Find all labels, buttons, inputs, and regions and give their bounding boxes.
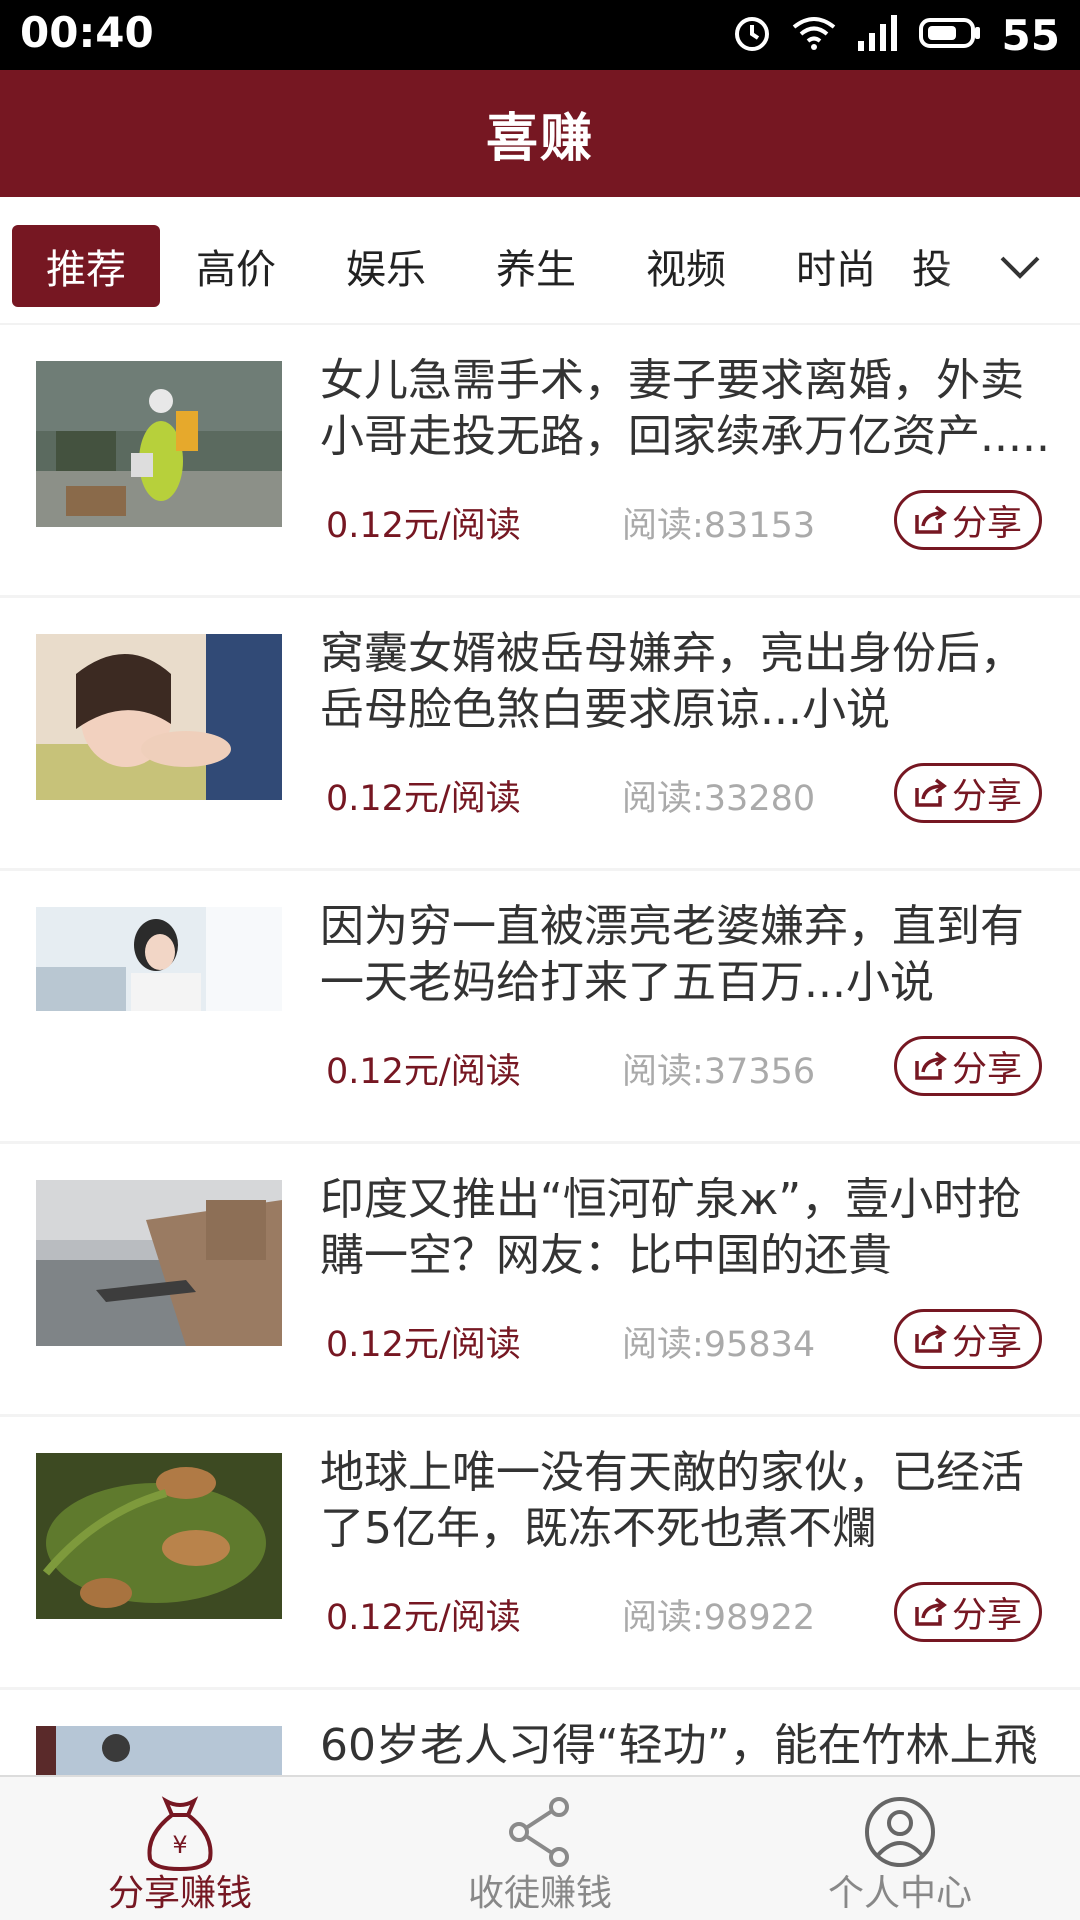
article-item[interactable]: 地球上唯一没有天敵的家伙，已经活了5亿年，既冻不死也煮不爛 0.12元/阅读 阅… — [0, 1417, 1080, 1690]
article-price: 0.12元/阅读 — [326, 1325, 521, 1365]
article-price: 0.12元/阅读 — [326, 1598, 521, 1638]
article-price: 0.12元/阅读 — [326, 1052, 521, 1092]
tab-high-price[interactable]: 高价 — [162, 225, 310, 307]
share-label: 分享 — [951, 503, 1022, 544]
article-item[interactable]: 60岁老人习得“轻功”，能在竹林上飛 — [0, 1690, 1080, 1775]
battery-icon — [918, 13, 984, 57]
wifi-icon — [790, 13, 838, 57]
share-network-icon — [505, 1795, 575, 1873]
category-tabs: 推荐 高价 娱乐 养生 视频 时尚 投 — [0, 197, 1080, 325]
share-icon — [915, 505, 947, 534]
share-button[interactable]: 分享 — [894, 1582, 1042, 1642]
share-button[interactable]: 分享 — [894, 490, 1042, 550]
alarm-icon — [732, 13, 772, 57]
article-read-count: 阅读:83153 — [622, 506, 816, 546]
nav-recruit-earn[interactable]: 收徒赚钱 — [360, 1777, 720, 1920]
article-thumbnail — [36, 907, 282, 1011]
nav-profile[interactable]: 个人中心 — [720, 1777, 1080, 1920]
article-title[interactable]: 印度又推出“恒河矿泉ж”，壹小时抢購一空？网友：比中国的还貴 — [320, 1172, 1050, 1284]
money-bag-icon: ¥ — [140, 1795, 220, 1877]
share-icon — [915, 1051, 947, 1080]
share-label: 分享 — [951, 776, 1022, 817]
share-button[interactable]: 分享 — [894, 1036, 1042, 1096]
article-title[interactable]: 窝囊女婿被岳母嫌弃，亮出身份后，岳母脸色煞白要求原谅...小说 — [320, 626, 1050, 738]
battery-level: 55 — [1001, 10, 1060, 60]
user-profile-icon — [863, 1795, 937, 1873]
article-item[interactable]: 印度又推出“恒河矿泉ж”，壹小时抢購一空？网友：比中国的还貴 0.12元/阅读 … — [0, 1144, 1080, 1417]
article-read-count: 阅读:95834 — [622, 1325, 816, 1365]
article-thumbnail — [36, 1453, 282, 1619]
article-thumbnail — [36, 1726, 282, 1775]
article-title[interactable]: 60岁老人习得“轻功”，能在竹林上飛 — [320, 1718, 1050, 1775]
app-screen: 00:40 55 喜赚 推荐 高价 娱乐 养生 视频 时尚 投 女儿急需手术，妻… — [0, 0, 1080, 1920]
bottom-nav: ¥ 分享赚钱 收徒赚钱 个人中心 — [0, 1775, 1080, 1920]
article-thumbnail — [36, 1180, 282, 1346]
article-read-count: 阅读:33280 — [622, 779, 816, 819]
app-header: 喜赚 — [0, 70, 1080, 197]
share-button[interactable]: 分享 — [894, 1309, 1042, 1369]
tab-recommend[interactable]: 推荐 — [12, 225, 160, 307]
tab-fashion[interactable]: 时尚 — [762, 225, 910, 307]
app-title: 喜赚 — [485, 109, 594, 169]
svg-text:¥: ¥ — [172, 1831, 187, 1859]
share-icon — [915, 1597, 947, 1626]
article-read-count: 阅读:37356 — [622, 1052, 816, 1092]
status-icons: 55 — [732, 8, 1060, 62]
article-item[interactable]: 窝囊女婿被岳母嫌弃，亮出身份后，岳母脸色煞白要求原谅...小说 0.12元/阅读… — [0, 598, 1080, 871]
status-bar: 00:40 55 — [0, 0, 1080, 70]
nav-share-earn[interactable]: ¥ 分享赚钱 — [0, 1777, 360, 1920]
article-title[interactable]: 地球上唯一没有天敵的家伙，已经活了5亿年，既冻不死也煮不爛 — [320, 1445, 1050, 1557]
share-label: 分享 — [951, 1595, 1022, 1636]
share-label: 分享 — [951, 1322, 1022, 1363]
article-thumbnail — [36, 361, 282, 527]
article-price: 0.12元/阅读 — [326, 506, 521, 546]
article-item[interactable]: 因为穷一直被漂亮老婆嫌弃，直到有一天老妈给打来了五百万...小说 0.12元/阅… — [0, 871, 1080, 1144]
share-icon — [915, 778, 947, 807]
article-item[interactable]: 女儿急需手术，妻子要求离婚，外卖小哥走投无路，回家续承万亿资产..... 0.1… — [0, 325, 1080, 598]
tab-fade — [940, 225, 980, 307]
article-list: 女儿急需手术，妻子要求离婚，外卖小哥走投无路，回家续承万亿资产..... 0.1… — [0, 325, 1080, 1775]
article-title[interactable]: 女儿急需手术，妻子要求离婚，外卖小哥走投无路，回家续承万亿资产..... — [320, 353, 1050, 465]
article-read-count: 阅读:98922 — [622, 1598, 816, 1638]
article-price: 0.12元/阅读 — [326, 779, 521, 819]
chevron-down-icon[interactable] — [990, 237, 1050, 297]
signal-icon — [856, 13, 900, 57]
status-time: 00:40 — [20, 8, 154, 57]
share-icon — [915, 1324, 947, 1353]
share-label: 分享 — [951, 1049, 1022, 1090]
article-thumbnail — [36, 634, 282, 800]
tab-health[interactable]: 养生 — [462, 225, 610, 307]
tab-entertainment[interactable]: 娱乐 — [312, 225, 460, 307]
share-button[interactable]: 分享 — [894, 763, 1042, 823]
article-title[interactable]: 因为穷一直被漂亮老婆嫌弃，直到有一天老妈给打来了五百万...小说 — [320, 899, 1050, 1011]
tab-video[interactable]: 视频 — [612, 225, 760, 307]
